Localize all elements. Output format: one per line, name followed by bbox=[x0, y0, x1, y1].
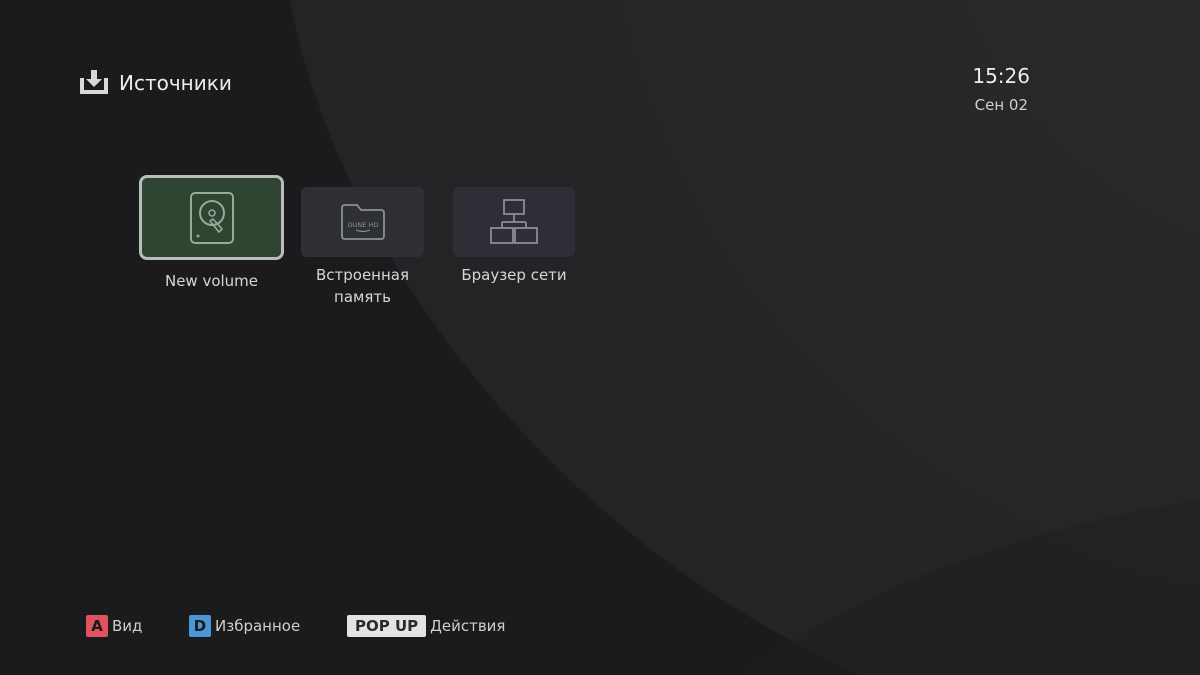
network-icon bbox=[490, 199, 538, 244]
hint-view[interactable]: A Вид bbox=[86, 614, 142, 638]
dune-logo-text: DUNE HD bbox=[347, 221, 378, 229]
key-d-badge: D bbox=[189, 615, 211, 637]
source-label: Встроенная память bbox=[296, 264, 429, 308]
key-popup-badge: POP UP bbox=[347, 615, 427, 637]
source-tile-new-volume[interactable] bbox=[139, 175, 284, 260]
clock-date: Сен 02 bbox=[974, 96, 1028, 114]
source-label: New volume bbox=[164, 272, 259, 290]
source-label-line2: память bbox=[334, 288, 391, 306]
sources-screen: Источники 15:26 Сен 02 New volume DUNE H… bbox=[0, 0, 1200, 675]
hint-label: Вид bbox=[112, 617, 143, 635]
hard-drive-icon bbox=[189, 191, 234, 244]
source-tile-internal-memory[interactable]: DUNE HD bbox=[301, 187, 424, 257]
hint-label: Действия bbox=[430, 617, 506, 635]
hint-favorites[interactable]: D Избранное bbox=[189, 614, 300, 638]
download-tray-icon bbox=[80, 70, 108, 94]
hint-actions[interactable]: POP UP Действия bbox=[347, 614, 505, 638]
source-label-line1: Встроенная bbox=[315, 266, 410, 284]
dune-folder-icon: DUNE HD bbox=[340, 204, 385, 240]
clock-time: 15:26 bbox=[972, 64, 1030, 88]
hint-label: Избранное bbox=[215, 617, 301, 635]
source-label: Браузер сети bbox=[461, 266, 567, 284]
page-title: Источники bbox=[119, 71, 232, 95]
key-a-badge: A bbox=[86, 615, 108, 637]
source-tile-network-browser[interactable] bbox=[453, 187, 575, 257]
